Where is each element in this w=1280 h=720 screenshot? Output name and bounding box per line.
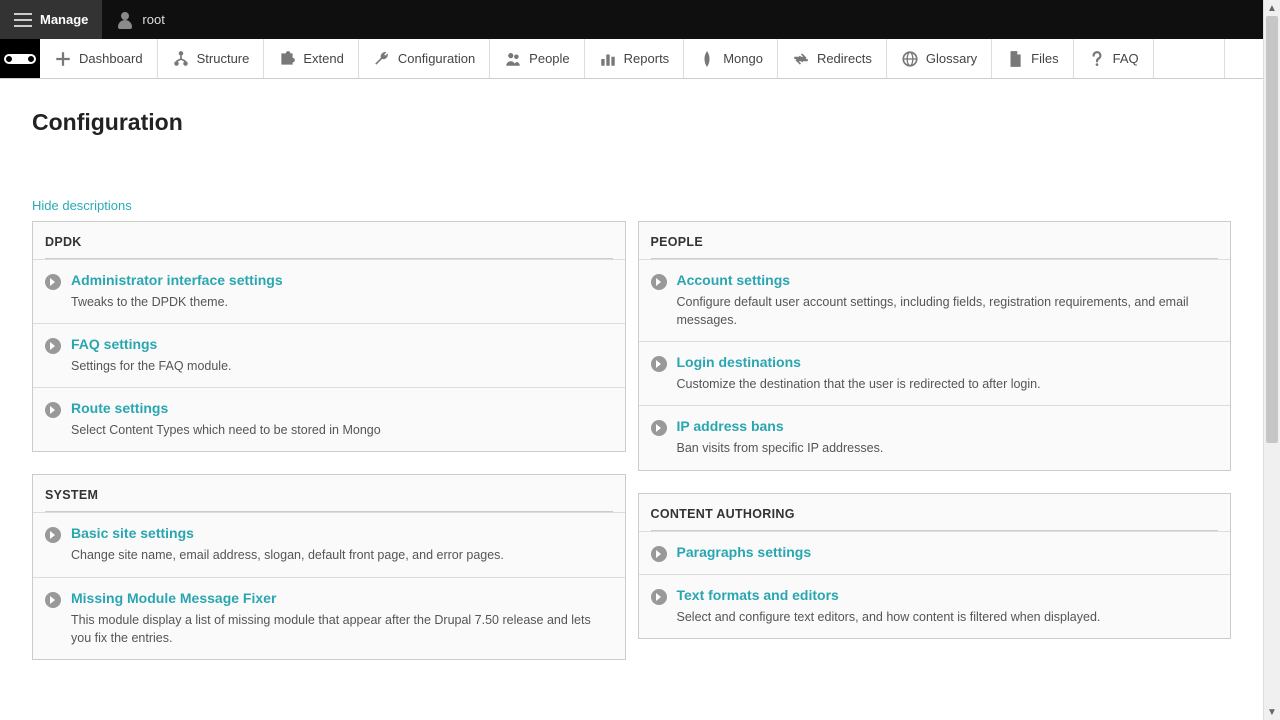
- config-entry-desc: Select and configure text editors, and h…: [677, 608, 1219, 626]
- brand-logo-icon: [9, 54, 31, 64]
- admin-menu: Dashboard Structure Extend Configuration Peo…: [0, 39, 1263, 79]
- config-entry: Route settings Select Content Types which…: [33, 387, 625, 451]
- config-entry-desc: Tweaks to the DPDK theme.: [71, 293, 613, 311]
- config-entry-link[interactable]: FAQ settings: [71, 336, 613, 352]
- config-entry-link[interactable]: Missing Module Message Fixer: [71, 590, 613, 606]
- admin-tab-label: Redirects: [817, 51, 872, 66]
- bars-icon: [599, 50, 617, 68]
- plus-icon: [54, 50, 72, 68]
- panel-title: PEOPLE: [639, 222, 1231, 258]
- panel-title: DPDK: [33, 222, 625, 258]
- admin-tab-label: People: [529, 51, 569, 66]
- config-panel: DPDK Administrator interface settings Twea…: [32, 221, 626, 452]
- config-panel: PEOPLE Account settings Configure default …: [638, 221, 1232, 471]
- chevron-right-icon: [45, 527, 61, 543]
- chevron-right-icon: [651, 546, 667, 562]
- config-entry-link[interactable]: Account settings: [677, 272, 1219, 288]
- admin-tab-extend[interactable]: Extend: [264, 39, 358, 78]
- scroll-down-icon[interactable]: ▼: [1264, 704, 1280, 720]
- admin-tab-label: Dashboard: [79, 51, 143, 66]
- config-entry-desc: Ban visits from specific IP addresses.: [677, 439, 1219, 457]
- tree-icon: [172, 50, 190, 68]
- admin-tab-reports[interactable]: Reports: [585, 39, 685, 78]
- config-entry: Missing Module Message Fixer This module …: [33, 577, 625, 659]
- config-entry-link[interactable]: Administrator interface settings: [71, 272, 613, 288]
- config-entry-desc: Configure default user account settings,…: [677, 293, 1219, 329]
- chevron-right-icon: [45, 402, 61, 418]
- admin-tab-dashboard[interactable]: Dashboard: [40, 39, 158, 78]
- config-entry-link[interactable]: IP address bans: [677, 418, 1219, 434]
- config-panel: CONTENT AUTHORING Paragraphs settings Text…: [638, 493, 1232, 639]
- admin-tab-glossary[interactable]: Glossary: [887, 39, 992, 78]
- admin-tab-label: Glossary: [926, 51, 977, 66]
- config-entry: FAQ settings Settings for the FAQ module.: [33, 323, 625, 387]
- config-entry-desc: Customize the destination that the user …: [677, 375, 1219, 393]
- chevron-right-icon: [651, 420, 667, 436]
- config-entry-desc: Select Content Types which need to be st…: [71, 421, 613, 439]
- redirect-icon: [792, 50, 810, 68]
- scroll-track[interactable]: [1264, 16, 1280, 704]
- config-panel: SYSTEM Basic site settings Change site nam…: [32, 474, 626, 659]
- config-entry: Basic site settings Change site name, ema…: [33, 512, 625, 576]
- scroll-up-icon[interactable]: ▲: [1264, 0, 1280, 16]
- chevron-right-icon: [651, 274, 667, 290]
- leaf-icon: [698, 50, 716, 68]
- admin-tab-people[interactable]: People: [490, 39, 584, 78]
- page-title: Configuration: [32, 109, 1231, 136]
- admin-tab-structure[interactable]: Structure: [158, 39, 265, 78]
- manage-label: Manage: [40, 12, 88, 27]
- brand-logo[interactable]: [0, 39, 40, 78]
- puzzle-icon: [278, 50, 296, 68]
- chevron-right-icon: [45, 592, 61, 608]
- config-entry: Text formats and editors Select and confi…: [639, 574, 1231, 638]
- config-entry: Paragraphs settings: [639, 531, 1231, 574]
- admin-tab-label: Structure: [197, 51, 250, 66]
- admin-tab-label: Extend: [303, 51, 343, 66]
- config-entry-desc: This module display a list of missing mo…: [71, 611, 613, 647]
- collapse-toolbar-button[interactable]: [1224, 39, 1263, 78]
- question-icon: [1088, 50, 1106, 68]
- config-entry-link[interactable]: Route settings: [71, 400, 613, 416]
- admin-tab-configuration[interactable]: Configuration: [359, 39, 490, 78]
- people-icon: [504, 50, 522, 68]
- panel-title: SYSTEM: [33, 475, 625, 511]
- admin-tab-label: Configuration: [398, 51, 475, 66]
- admin-tab-faq[interactable]: FAQ: [1074, 39, 1154, 78]
- config-entry: Account settings Configure default user a…: [639, 259, 1231, 341]
- file-icon: [1006, 50, 1024, 68]
- admin-tab-files[interactable]: Files: [992, 39, 1073, 78]
- config-entry-link[interactable]: Basic site settings: [71, 525, 613, 541]
- scroll-thumb[interactable]: [1266, 16, 1278, 443]
- config-entry: Administrator interface settings Tweaks t…: [33, 259, 625, 323]
- globe-icon: [901, 50, 919, 68]
- admin-tab-label: FAQ: [1113, 51, 1139, 66]
- user-icon: [116, 11, 134, 29]
- config-entry-link[interactable]: Paragraphs settings: [677, 544, 1219, 560]
- scrollbar[interactable]: ▲ ▼: [1263, 0, 1280, 720]
- admin-tab-label: Mongo: [723, 51, 763, 66]
- admin-tab-mongo[interactable]: Mongo: [684, 39, 778, 78]
- hamburger-icon: [14, 13, 32, 27]
- config-entry-link[interactable]: Text formats and editors: [677, 587, 1219, 603]
- config-entry-desc: Settings for the FAQ module.: [71, 357, 613, 375]
- chevron-right-icon: [45, 338, 61, 354]
- config-entry-link[interactable]: Login destinations: [677, 354, 1219, 370]
- toolbar: Manage root: [0, 0, 1263, 39]
- user-label: root: [142, 12, 164, 27]
- config-entry-desc: Change site name, email address, slogan,…: [71, 546, 613, 564]
- chevron-right-icon: [651, 356, 667, 372]
- wrench-icon: [373, 50, 391, 68]
- admin-tab-label: Files: [1031, 51, 1058, 66]
- config-entry: IP address bans Ban visits from specific …: [639, 405, 1231, 469]
- admin-tab-redirects[interactable]: Redirects: [778, 39, 887, 78]
- config-entry: Login destinations Customize the destinat…: [639, 341, 1231, 405]
- hide-descriptions-link[interactable]: Hide descriptions: [32, 198, 132, 213]
- admin-tab-label: Reports: [624, 51, 670, 66]
- user-menu[interactable]: root: [102, 0, 178, 39]
- panel-title: CONTENT AUTHORING: [639, 494, 1231, 530]
- manage-button[interactable]: Manage: [0, 0, 102, 39]
- chevron-right-icon: [45, 274, 61, 290]
- chevron-right-icon: [651, 589, 667, 605]
